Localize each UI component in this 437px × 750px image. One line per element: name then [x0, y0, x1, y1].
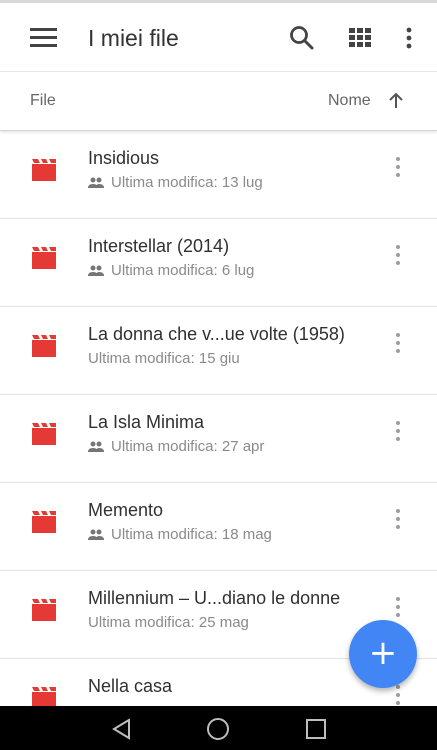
file-meta: Ultima modifica: 18 mag — [88, 526, 272, 545]
file-modified: Ultima modifica: 15 giu — [88, 350, 240, 367]
shared-people-icon — [88, 264, 104, 281]
home-icon[interactable] — [206, 717, 230, 741]
file-name: Nella casa — [88, 676, 173, 696]
file-row[interactable]: Memento Ultima modifica: 18 mag — [0, 483, 437, 571]
file-row[interactable]: La donna che v...ue volte (1958) Ultima … — [0, 307, 437, 395]
hamburger-menu-icon[interactable] — [30, 28, 57, 48]
file-row[interactable]: Insidious Ultima modifica: 13 lug — [0, 131, 437, 219]
add-file-button[interactable]: + — [349, 620, 417, 688]
file-modified: Ultima modifica: 13 lug — [111, 174, 263, 191]
file-modified: Ultima modifica: 27 apr — [111, 438, 265, 455]
file-name: La Isla Minima — [88, 412, 205, 432]
shared-people-icon — [88, 440, 104, 457]
file-name: Millennium – U...diano le donne — [88, 588, 341, 608]
recent-apps-icon[interactable] — [304, 717, 328, 741]
item-more-icon[interactable] — [391, 157, 405, 179]
file-row[interactable]: Interstellar (2014) Ultima modifica: 6 l… — [0, 219, 437, 307]
file-modified: Ultima modifica: 6 lug — [111, 262, 255, 279]
video-file-icon — [31, 158, 57, 182]
item-more-icon[interactable] — [391, 421, 405, 443]
sort-by-name-button[interactable]: Nome — [328, 92, 371, 110]
search-icon[interactable] — [287, 23, 317, 53]
video-file-icon — [31, 510, 57, 534]
file-meta: Ultima modifica: 27 apr — [88, 438, 264, 457]
file-meta: Ultima modifica: 13 lug — [88, 174, 263, 193]
video-file-icon — [31, 334, 57, 358]
item-more-icon[interactable] — [391, 597, 405, 619]
item-more-icon[interactable] — [391, 509, 405, 531]
shared-people-icon — [88, 176, 104, 193]
arrow-up-icon[interactable] — [386, 91, 406, 111]
app-bar: I miei file — [0, 0, 437, 72]
shared-people-icon — [88, 528, 104, 545]
page-title: I miei file — [88, 25, 179, 51]
file-name: Interstellar (2014) — [88, 236, 230, 256]
grid-view-icon[interactable] — [345, 23, 375, 53]
video-file-icon — [31, 246, 57, 270]
file-meta: Ultima modifica: 15 giu — [88, 350, 240, 367]
file-name: Insidious — [88, 148, 160, 168]
file-name: Memento — [88, 500, 164, 520]
item-more-icon[interactable] — [391, 333, 405, 355]
file-meta: Ultima modifica: 6 lug — [88, 262, 254, 281]
back-icon[interactable] — [110, 717, 134, 741]
file-modified: Ultima modifica: 25 mag — [88, 614, 249, 631]
item-more-icon[interactable] — [391, 245, 405, 267]
item-more-icon[interactable] — [391, 685, 405, 707]
sort-bar: File Nome — [0, 72, 437, 131]
file-row[interactable]: La Isla Minima Ultima modifica: 27 apr — [0, 395, 437, 483]
file-meta: Ultima modifica: 25 mag — [88, 614, 249, 631]
file-modified: Ultima modifica: 18 mag — [111, 526, 272, 543]
file-name: La donna che v...ue volte (1958) — [88, 324, 345, 344]
system-navigation-bar — [0, 706, 437, 750]
video-file-icon — [31, 598, 57, 622]
video-file-icon — [31, 422, 57, 446]
column-label-file: File — [30, 92, 56, 109]
more-vertical-icon[interactable] — [396, 23, 426, 53]
